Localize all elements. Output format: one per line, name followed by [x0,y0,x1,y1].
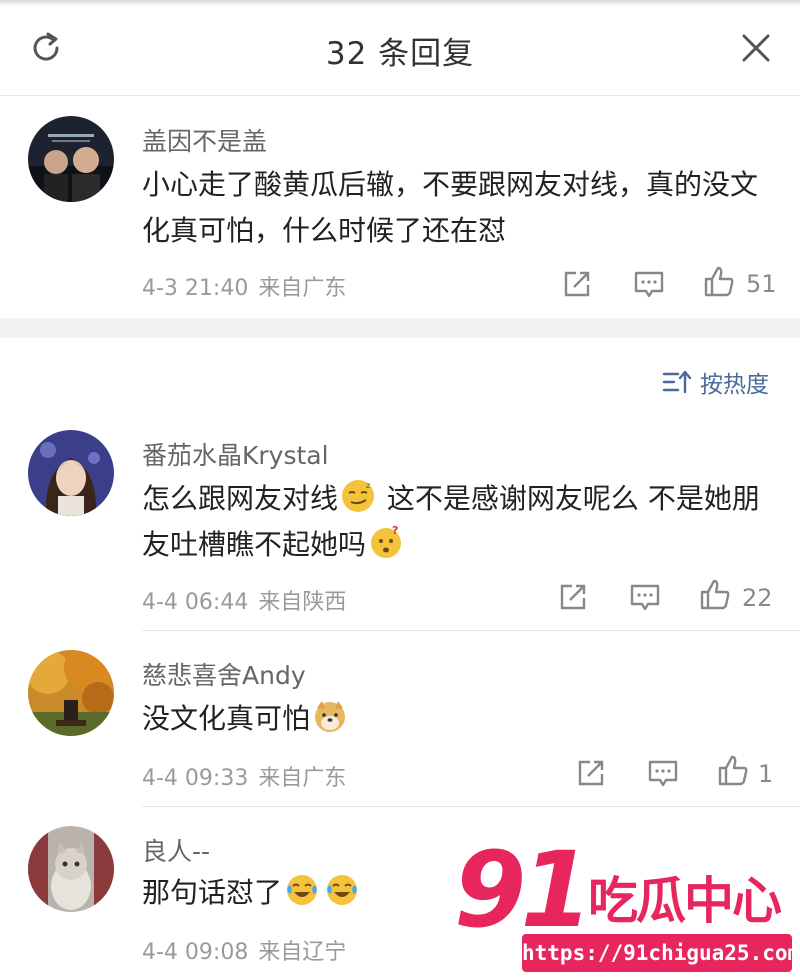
sort-icon [662,370,692,394]
reply-time: 4-4 06:44 [142,590,249,615]
watermark-url: https://91chigua25.com [522,934,800,972]
like-icon[interactable] [702,265,736,299]
sort-toggle[interactable]: 按热度 [662,366,769,398]
reply-time: 4-4 09:33 [142,766,249,791]
smirk-emoji-icon: z [340,478,376,514]
share-icon[interactable] [574,756,608,790]
laugh-cry-emoji-icon [324,872,360,908]
reply-content: 怎么跟网友对线 z 这不是感谢网友呢么 不是她朋友吐槽瞧不起她吗? [142,476,772,568]
reply-time: 4-4 09:08 [142,940,249,965]
svg-text:z: z [366,481,370,490]
reply-meta: 4-4 06:44 来自陕西 [142,584,346,616]
like-icon[interactable] [698,578,732,612]
close-icon[interactable] [738,30,774,66]
share-icon[interactable] [556,580,590,614]
reply-content: 没文化真可怕 [142,696,772,742]
comment-icon[interactable] [632,267,666,301]
reply-text: 怎么跟网友对线 [142,482,339,515]
reply-location: 来自陕西 [258,590,347,615]
comment-meta: 4-3 21:40 来自广东 [142,270,346,302]
reply-text: 没文化真可怕 [142,702,311,735]
reply-meta: 4-4 09:08 来自辽宁 [142,934,346,966]
comment-content: 小心走了酸黄瓜后辙，不要跟网友对线，真的没文化真可怕，什么时候了还在怼 [142,168,759,247]
like-count: 51 [746,270,777,298]
doge-emoji-icon [312,698,348,734]
like-count: 22 [742,584,773,612]
reply-username[interactable]: 慈悲喜舍Andy [142,656,306,692]
reply-username[interactable]: 番茄水晶Krystal [142,436,329,472]
comment-location: 来自广东 [258,276,347,301]
section-divider [0,318,800,338]
laugh-cry-emoji-icon [284,872,320,908]
page-title: 32 条回复 [325,36,475,72]
comment-icon[interactable] [628,580,662,614]
comment-username[interactable]: 盖因不是盖 [142,122,267,158]
reply-meta: 4-4 09:33 来自广东 [142,760,346,792]
avatar[interactable] [28,826,114,912]
reply-header: 32 条回复 [0,0,800,96]
watermark-number: 91 [454,829,593,951]
reply-divider [142,630,800,631]
comment-icon[interactable] [646,756,680,790]
share-icon[interactable] [560,267,594,301]
reply-location: 来自广东 [258,766,347,791]
reply-username[interactable]: 良人-- [142,832,210,868]
svg-text:?: ? [392,524,398,537]
reply-text: 那句话怼了 [142,876,283,909]
comment-time: 4-3 21:40 [142,276,249,301]
like-icon[interactable] [716,754,750,788]
avatar[interactable] [28,650,114,736]
sort-label: 按热度 [700,372,769,398]
watermark-text: 吃瓜中心 [588,872,782,930]
reply-divider [142,806,800,807]
like-count: 1 [758,760,774,788]
avatar[interactable] [28,430,114,516]
avatar[interactable] [28,116,114,202]
reply-location: 来自辽宁 [258,940,347,965]
thinking-emoji-icon: ? [368,524,404,560]
